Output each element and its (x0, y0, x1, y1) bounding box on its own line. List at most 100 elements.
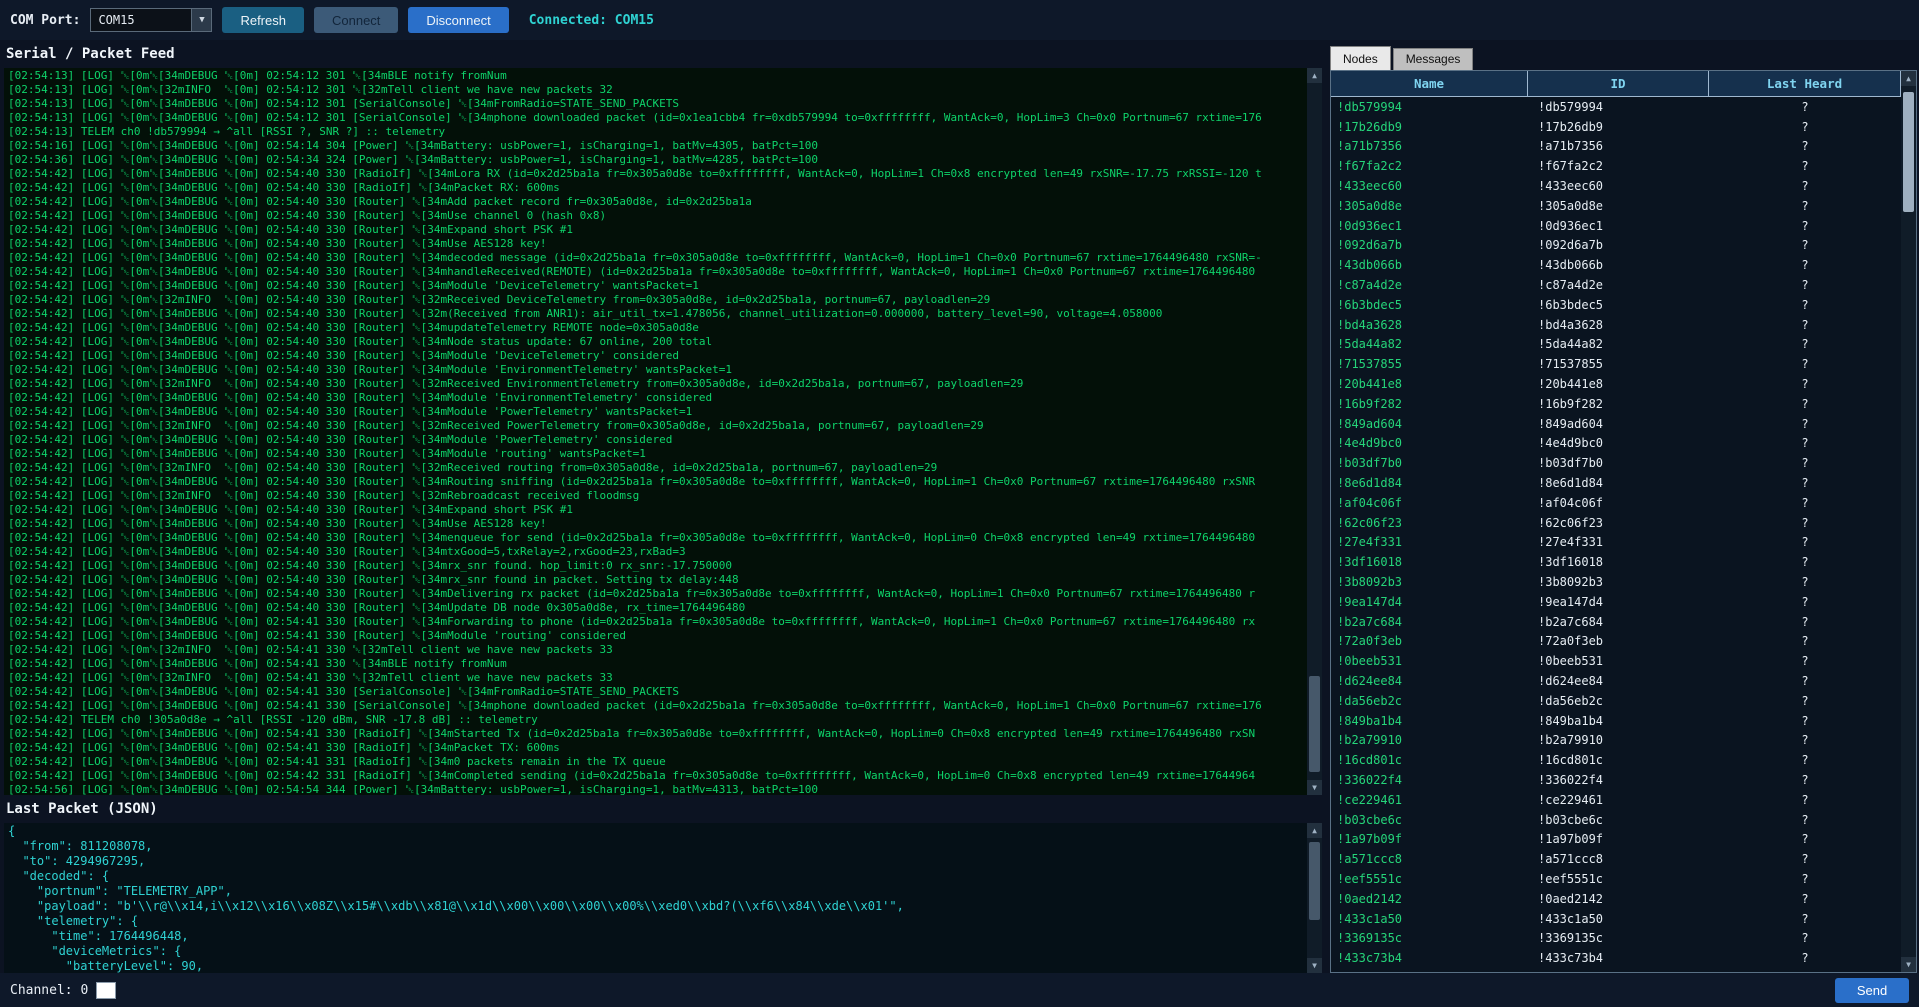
table-row[interactable]: !b03df7b0!b03df7b0? (1331, 453, 1901, 473)
table-row[interactable]: !db579994!db579994? (1331, 97, 1901, 117)
log-scroll-thumb[interactable] (1309, 676, 1320, 772)
json-scroll-thumb[interactable] (1309, 842, 1320, 920)
log-line: [02:54:42] [LOG] ␛[0m␛[34mDEBUG ␛[0m] 02… (8, 223, 1307, 237)
tab-messages[interactable]: Messages (1393, 48, 1474, 70)
cell-name: !433c73b4 (1331, 951, 1528, 965)
log-line: [02:54:42] [LOG] ␛[0m␛[34mDEBUG ␛[0m] 02… (8, 391, 1307, 405)
log-scroll-track[interactable] (1307, 83, 1322, 780)
tab-nodes[interactable]: Nodes (1330, 46, 1391, 70)
table-row[interactable]: !bd4a3628!bd4a3628? (1331, 315, 1901, 335)
table-row[interactable]: !72a0f3eb!72a0f3eb? (1331, 632, 1901, 652)
cell-id: !a71b7356 (1528, 139, 1709, 153)
scroll-up-icon[interactable]: ▲ (1307, 68, 1322, 83)
log-scrollbar[interactable]: ▲ ▼ (1307, 68, 1322, 795)
cell-name: !5da44a82 (1331, 337, 1528, 351)
scroll-up-icon[interactable]: ▲ (1901, 71, 1916, 86)
cell-last-heard: ? (1709, 872, 1901, 886)
table-row[interactable]: !6b3bdec5!6b3bdec5? (1331, 295, 1901, 315)
cell-last-heard: ? (1709, 298, 1901, 312)
scroll-down-icon[interactable]: ▼ (1901, 957, 1916, 972)
json-view[interactable]: { "from": 811208078, "to": 4294967295, "… (4, 823, 1307, 973)
table-row[interactable]: !17b26db9!17b26db9? (1331, 117, 1901, 137)
table-row[interactable]: !0beeb531!0beeb531? (1331, 651, 1901, 671)
table-row[interactable]: !a571ccc8!a571ccc8? (1331, 849, 1901, 869)
send-button[interactable]: Send (1835, 978, 1909, 1003)
table-row[interactable]: !16b9f282!16b9f282? (1331, 394, 1901, 414)
table-row[interactable]: !092d6a7b!092d6a7b? (1331, 236, 1901, 256)
table-row[interactable]: !43db066b!43db066b? (1331, 255, 1901, 275)
table-row[interactable]: !27e4f331!27e4f331? (1331, 533, 1901, 553)
table-row[interactable]: !433c73b4!433c73b4? (1331, 948, 1901, 968)
cell-name: !a571ccc8 (1331, 852, 1528, 866)
cell-name: !4e4d9bc0 (1331, 436, 1528, 450)
nodes-table: Name ID Last Heard !db579994!db579994?!1… (1330, 70, 1917, 973)
cell-name: !3369135c (1331, 931, 1528, 945)
table-row[interactable]: !0d936ec1!0d936ec1? (1331, 216, 1901, 236)
table-row[interactable]: !9ea147d4!9ea147d4? (1331, 592, 1901, 612)
scroll-down-icon[interactable]: ▼ (1307, 780, 1322, 795)
table-row[interactable]: !20b441e8!20b441e8? (1331, 374, 1901, 394)
table-row[interactable]: !305a0d8e!305a0d8e? (1331, 196, 1901, 216)
channel-input[interactable] (96, 982, 116, 999)
nodes-scroll-track[interactable] (1901, 86, 1916, 957)
column-header-name[interactable]: Name (1331, 71, 1528, 97)
table-row[interactable]: !16cd801c!16cd801c? (1331, 750, 1901, 770)
cell-name: !433c1a50 (1331, 912, 1528, 926)
table-row[interactable]: !433eec60!433eec60? (1331, 176, 1901, 196)
disconnect-button[interactable]: Disconnect (408, 7, 508, 33)
table-row[interactable]: !4e4d9bc0!4e4d9bc0? (1331, 434, 1901, 454)
cell-id: !f67fa2c2 (1528, 159, 1709, 173)
cell-name: !f67fa2c2 (1331, 159, 1528, 173)
log-line: [02:54:42] [LOG] ␛[0m␛[32mINFO ␛[0m] 02:… (8, 643, 1307, 657)
table-row[interactable]: !433c1a50!433c1a50? (1331, 909, 1901, 929)
table-row[interactable]: !b03cbe6c!b03cbe6c? (1331, 810, 1901, 830)
nodes-scrollbar[interactable]: ▲ ▼ (1901, 71, 1916, 972)
table-row[interactable]: !af04c06f!af04c06f? (1331, 493, 1901, 513)
log-line: [02:54:42] [LOG] ␛[0m␛[34mDEBUG ␛[0m] 02… (8, 349, 1307, 363)
serial-log[interactable]: [02:54:13] [LOG] ␛[0m␛[34mDEBUG ␛[0m] 02… (4, 68, 1307, 795)
table-row[interactable]: !0aed2142!0aed2142? (1331, 889, 1901, 909)
cell-name: !ce229461 (1331, 793, 1528, 807)
cell-name: !72a0f3eb (1331, 634, 1528, 648)
table-row[interactable]: !71537855!71537855? (1331, 354, 1901, 374)
com-port-select[interactable]: COM15 ▼ (90, 8, 212, 32)
log-line: [02:54:42] [LOG] ␛[0m␛[34mDEBUG ␛[0m] 02… (8, 531, 1307, 545)
table-row[interactable]: !da56eb2c!da56eb2c? (1331, 691, 1901, 711)
refresh-button[interactable]: Refresh (222, 7, 304, 33)
table-row[interactable]: !1a97b09f!1a97b09f? (1331, 829, 1901, 849)
table-row[interactable]: !3b8092b3!3b8092b3? (1331, 572, 1901, 592)
cell-last-heard: ? (1709, 852, 1901, 866)
log-line: [02:54:42] TELEM ch0 !305a0d8e → ^all [R… (8, 713, 1307, 727)
table-row[interactable]: !f67fa2c2!f67fa2c2? (1331, 156, 1901, 176)
table-row[interactable]: !62c06f23!62c06f23? (1331, 513, 1901, 533)
table-row[interactable]: !3369135c!3369135c? (1331, 928, 1901, 948)
table-row[interactable]: !ce229461!ce229461? (1331, 790, 1901, 810)
table-row[interactable]: !849ad604!849ad604? (1331, 414, 1901, 434)
cell-last-heard: ? (1709, 951, 1901, 965)
nodes-scroll-thumb[interactable] (1903, 92, 1914, 212)
column-header-last-heard[interactable]: Last Heard (1709, 71, 1901, 97)
json-scroll-track[interactable] (1307, 838, 1322, 958)
chevron-down-icon[interactable]: ▼ (191, 9, 211, 31)
cell-id: !43db066b (1528, 258, 1709, 272)
table-row[interactable]: !c87a4d2e!c87a4d2e? (1331, 275, 1901, 295)
table-row[interactable]: !b2a7c684!b2a7c684? (1331, 612, 1901, 632)
column-header-id[interactable]: ID (1528, 71, 1709, 97)
cell-last-heard: ? (1709, 912, 1901, 926)
table-row[interactable]: !3df16018!3df16018? (1331, 552, 1901, 572)
table-row[interactable]: !a71b7356!a71b7356? (1331, 137, 1901, 157)
scroll-down-icon[interactable]: ▼ (1307, 958, 1322, 973)
table-row[interactable]: !b2a79910!b2a79910? (1331, 731, 1901, 751)
table-row[interactable]: !d624ee84!d624ee84? (1331, 671, 1901, 691)
table-row[interactable]: !eef5551c!eef5551c? (1331, 869, 1901, 889)
table-row[interactable]: !5da44a82!5da44a82? (1331, 335, 1901, 355)
json-scrollbar[interactable]: ▲ ▼ (1307, 823, 1322, 973)
table-row[interactable]: !8e6d1d84!8e6d1d84? (1331, 473, 1901, 493)
log-line: [02:54:42] [LOG] ␛[0m␛[34mDEBUG ␛[0m] 02… (8, 517, 1307, 531)
table-row[interactable]: !849ba1b4!849ba1b4? (1331, 711, 1901, 731)
cell-name: !bd4a3628 (1331, 318, 1528, 332)
scroll-up-icon[interactable]: ▲ (1307, 823, 1322, 838)
cell-id: !b2a79910 (1528, 733, 1709, 747)
table-row[interactable]: !336022f4!336022f4? (1331, 770, 1901, 790)
connect-button[interactable]: Connect (314, 7, 398, 33)
